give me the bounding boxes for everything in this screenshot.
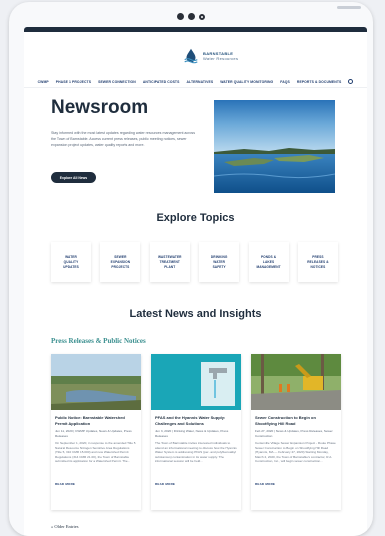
older-entries-link[interactable]: « Older Entries	[51, 524, 79, 529]
tablet-frame: BARNSTABLE Water Resources CWMP PHASE 1 …	[9, 2, 373, 536]
topic-label: PRESS RELEASES & NOTICES	[307, 254, 329, 269]
explore-topics-heading: Explore Topics	[156, 212, 235, 224]
logo-subtitle: Water Resources	[203, 56, 239, 61]
explore-all-news-button[interactable]: Explore All News	[51, 172, 96, 183]
nav-item-water-quality-monitoring[interactable]: WATER QUALITY MONITORING	[220, 80, 273, 84]
topic-ponds-lakes-management[interactable]: PONDS & LAKES MANAGEMENT	[248, 242, 289, 282]
topic-sewer-expansion-projects[interactable]: SEWER EXPANSION PROJECTS	[100, 242, 141, 282]
camera-dot	[188, 13, 195, 20]
topic-label: WATER QUALITY UPDATES	[63, 254, 79, 269]
topic-press-releases-notices[interactable]: PRESS RELEASES & NOTICES	[297, 242, 338, 282]
camera-dots	[177, 13, 205, 20]
news-card[interactable]: Public Notice: Barnstable Watershed Perm…	[51, 354, 141, 510]
card-title[interactable]: PFAS and the Hyannis Water Supply: Chall…	[155, 415, 237, 426]
card-title[interactable]: Sewer Construction to Begin on Shootflyi…	[255, 415, 337, 426]
card-excerpt: On September 1, 2020, in response to the…	[55, 441, 136, 464]
card-excerpt: The Town of Barnstable invites intereste…	[155, 441, 237, 464]
nav-item-anticipated-costs[interactable]: ANTICIPATED COSTS	[143, 80, 180, 84]
water-drop-logo-icon	[184, 48, 198, 64]
card-excerpt: Centerville Village Sewer Expansion Proj…	[255, 441, 336, 464]
topic-drinking-water-safety[interactable]: DRINKING WATER SAFETY	[199, 242, 240, 282]
site-logo[interactable]: BARNSTABLE Water Resources	[182, 47, 238, 65]
harbor-aerial-image	[214, 100, 335, 193]
read-more-link[interactable]: READ MORE	[55, 482, 137, 486]
read-more-link[interactable]: READ MORE	[255, 482, 337, 486]
nav-item-faqs[interactable]: FAQS	[280, 80, 290, 84]
topic-label: PONDS & LAKES MANAGEMENT	[256, 254, 281, 269]
nav-item-cwmp[interactable]: CWMP	[38, 80, 49, 84]
latest-news-heading: Latest News and Insights	[129, 308, 262, 320]
topic-label: DRINKING WATER SAFETY	[210, 254, 228, 269]
sewer-construction-image	[251, 354, 341, 410]
card-meta: Feb 27, 2020 | News & Updates, Press Rel…	[255, 429, 333, 438]
card-meta: Jun 3, 2020 | Drinking Water, News & Upd…	[155, 429, 229, 438]
search-icon[interactable]	[348, 79, 354, 84]
news-card[interactable]: Sewer Construction to Begin on Shootflyi…	[251, 354, 341, 510]
topic-label: WASTEWATER TREATMENT PLANT	[157, 254, 182, 269]
website-screen: BARNSTABLE Water Resources CWMP PHASE 1 …	[24, 27, 367, 536]
marsh-landscape-image	[51, 354, 141, 410]
topic-wastewater-treatment-plant[interactable]: WASTEWATER TREATMENT PLANT	[149, 242, 190, 282]
hero-description: Stay informed with the most latest updat…	[51, 131, 196, 147]
news-card[interactable]: PFAS and the Hyannis Water Supply: Chall…	[151, 354, 241, 510]
read-more-link[interactable]: READ MORE	[155, 482, 237, 486]
nav-item-alternatives[interactable]: ALTERNATIVES	[186, 80, 213, 84]
nav-item-sewer-connection[interactable]: SEWER CONNECTION	[98, 80, 136, 84]
camera-lens	[199, 13, 205, 20]
nav-item-phase-1-projects[interactable]: PHASE 1 PROJECTS	[56, 80, 91, 84]
card-meta: Jun 11, 2020 | CWMP Updates, News & Upda…	[55, 429, 132, 438]
news-cards: Public Notice: Barnstable Watershed Perm…	[51, 354, 341, 510]
status-indicator	[337, 6, 361, 9]
page-title: Newsroom	[51, 97, 149, 118]
nav-item-reports-documents[interactable]: REPORTS & DOCUMENTS	[297, 80, 341, 84]
topic-label: SEWER EXPANSION PROJECTS	[110, 254, 131, 269]
topic-water-quality-updates[interactable]: WATER QUALITY UPDATES	[51, 242, 91, 282]
main-nav: CWMP PHASE 1 PROJECTS SEWER CONNECTION A…	[24, 76, 367, 88]
topics-grid: WATER QUALITY UPDATES SEWER EXPANSION PR…	[51, 242, 338, 282]
press-releases-heading: Press Releases & Public Notices	[51, 337, 146, 345]
card-title[interactable]: Public Notice: Barnstable Watershed Perm…	[55, 415, 137, 426]
camera-dot	[177, 13, 184, 20]
logo-text: BARNSTABLE Water Resources	[203, 51, 238, 61]
pfas-faucet-image	[151, 354, 241, 410]
